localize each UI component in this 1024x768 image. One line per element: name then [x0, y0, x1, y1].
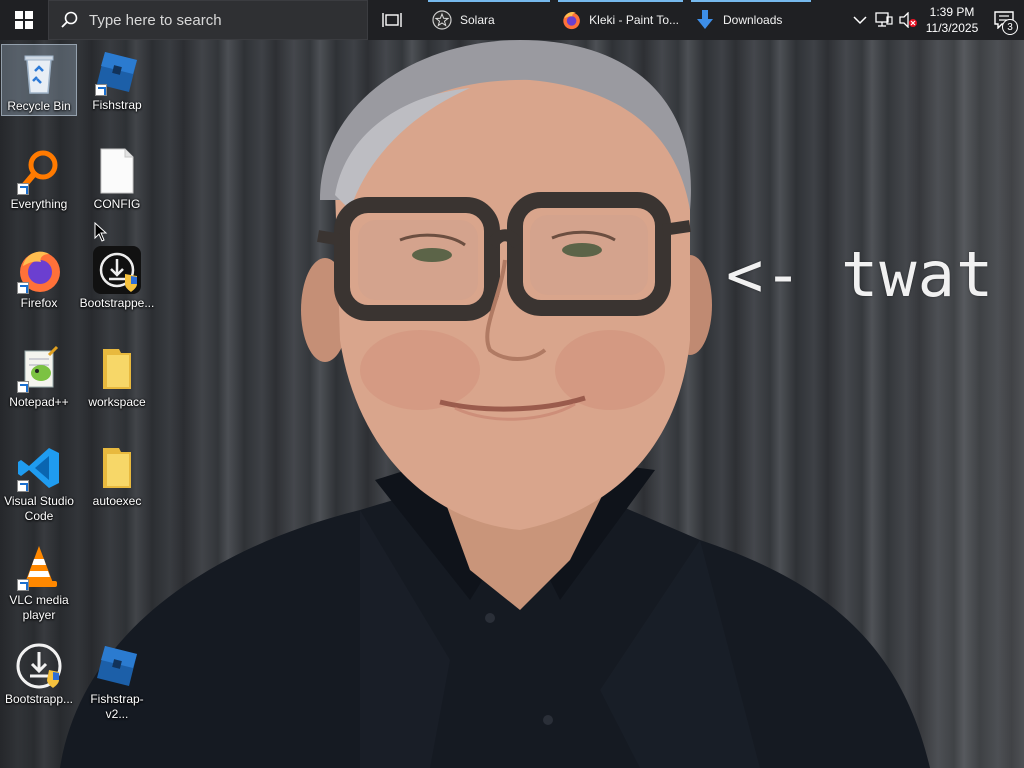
folder-icon: [93, 444, 141, 492]
desktop-icon-recycle-bin[interactable]: Recycle Bin: [1, 44, 77, 116]
desktop-icon-label: Bootstrapp...: [4, 692, 74, 706]
search-icon: [61, 11, 78, 28]
solara-icon: [432, 10, 452, 30]
desktop-icon-label: autoexec: [92, 494, 142, 508]
shortcut-arrow-icon: [17, 579, 29, 591]
desktop-icon-autoexec[interactable]: autoexec: [79, 440, 155, 512]
show-hidden-icons-button[interactable]: [848, 0, 872, 40]
desktop-icon-label: Bootstrappe...: [79, 296, 155, 310]
desktop-icon-fishstrap[interactable]: Fishstrap: [79, 44, 155, 116]
network-icon: [875, 12, 893, 27]
download-arrow-icon: [697, 10, 713, 29]
desktop-icon-label: Recycle Bin: [7, 99, 71, 113]
text-file-icon: [93, 147, 141, 195]
system-tray: 1:39 PM 11/3/2025 3: [848, 0, 1024, 40]
windows-logo-icon: [15, 11, 33, 29]
clock-time: 1:39 PM: [929, 5, 975, 19]
taskbar-app-solara[interactable]: Solara: [424, 0, 554, 40]
action-center-button[interactable]: 3: [984, 0, 1024, 40]
shortcut-arrow-icon: [17, 282, 29, 294]
desktop-icon-config[interactable]: CONFIG: [79, 143, 155, 215]
desktop-icon-vlc[interactable]: VLC media player: [1, 539, 77, 625]
clock-date: 11/3/2025: [925, 21, 979, 35]
desktop-icon-bootstrapper-2[interactable]: Bootstrapp...: [1, 638, 77, 710]
taskbar: Solara Kleki - Paint To... Downloads: [0, 0, 1024, 40]
fishstrap-icon: [93, 48, 141, 96]
desktop-icon-label: Everything: [10, 197, 68, 211]
notification-count-badge: 3: [1002, 19, 1018, 35]
vscode-icon: [15, 444, 63, 492]
volume-muted-icon: [899, 12, 917, 28]
taskbar-clock[interactable]: 1:39 PM 11/3/2025: [920, 4, 984, 36]
desktop-icon-label: Visual Studio Code: [4, 494, 74, 523]
bootstrapper-icon: [15, 642, 63, 690]
desktop-icon-label: Firefox: [20, 296, 58, 310]
desktop-icon-label: CONFIG: [93, 197, 141, 211]
shortcut-arrow-icon: [95, 84, 107, 96]
shortcut-arrow-icon: [17, 480, 29, 492]
taskbar-app-kleki[interactable]: Kleki - Paint To...: [554, 0, 687, 40]
firefox-icon: [563, 12, 580, 30]
taskbar-app-label: Downloads: [723, 13, 783, 27]
recycle-bin-icon: [15, 49, 63, 97]
desktop-icon-label: VLC media player: [9, 593, 69, 622]
shortcut-arrow-icon: [17, 183, 29, 195]
task-view-button[interactable]: [368, 0, 416, 40]
search-input[interactable]: [89, 11, 349, 29]
vlc-icon: [15, 543, 63, 591]
start-button[interactable]: [0, 0, 48, 40]
desktop-icon-label: Fishstrap-v2...: [90, 692, 144, 721]
volume-button[interactable]: [896, 0, 920, 40]
firefox-icon: [15, 246, 63, 294]
desktop-icon-fishstrap-v2[interactable]: Fishstrap-v2...: [79, 638, 155, 721]
desktop-icon-firefox[interactable]: Firefox: [1, 242, 77, 314]
everything-search-icon: [15, 147, 63, 195]
desktop-icon-workspace[interactable]: workspace: [79, 341, 155, 413]
desktop-icon-label: Fishstrap: [92, 98, 142, 112]
folder-icon: [93, 345, 141, 393]
taskbar-app-label: Solara: [460, 13, 495, 27]
shortcut-arrow-icon: [17, 381, 29, 393]
task-view-icon: [382, 13, 402, 27]
bootstrapper-icon: [93, 246, 141, 294]
chevron-down-icon: [853, 16, 867, 25]
taskbar-search-box[interactable]: [48, 0, 368, 40]
mouse-cursor-icon: [94, 222, 108, 242]
desktop-icon-label: Notepad++: [9, 395, 69, 409]
desktop-icon-bootstrapper[interactable]: Bootstrappe...: [79, 242, 155, 314]
desktop-icon-notepad-plus-plus[interactable]: Notepad++: [1, 341, 77, 413]
wallpaper-caption-text: <- twat: [726, 238, 995, 311]
desktop-icon-everything[interactable]: Everything: [1, 143, 77, 215]
network-button[interactable]: [872, 0, 896, 40]
taskbar-app-downloads[interactable]: Downloads: [687, 0, 815, 40]
notepad-plus-plus-icon: [15, 345, 63, 393]
desktop-icon-vscode[interactable]: Visual Studio Code: [1, 440, 77, 526]
desktop-icon-label: workspace: [88, 395, 146, 409]
fishstrap-icon: [93, 642, 141, 690]
taskbar-app-label: Kleki - Paint To...: [589, 13, 679, 27]
